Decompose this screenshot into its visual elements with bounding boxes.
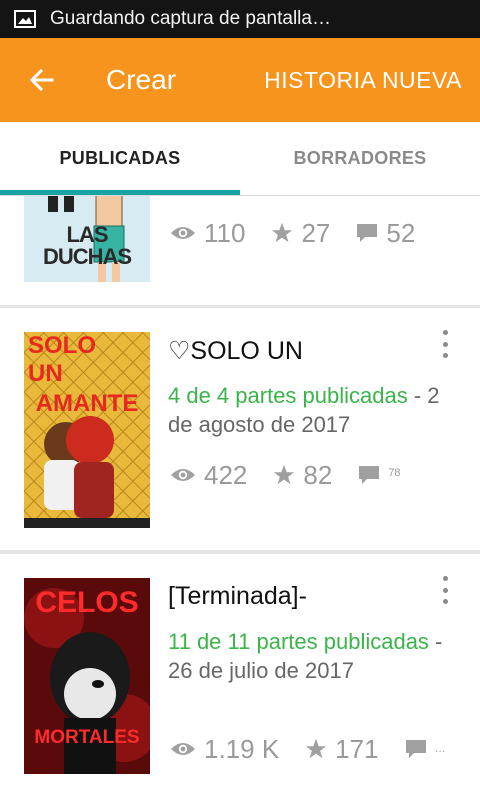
separator: - [428, 629, 443, 654]
story-card[interactable]: SOLO UN AMANTE ♡SOLO UN 4 de 4 partes pu… [0, 308, 480, 550]
tab-drafts[interactable]: BORRADORES [240, 122, 480, 194]
parts-published: 11 de 11 partes publicadas [168, 629, 429, 654]
new-story-button[interactable]: HISTORIA NUEVA [264, 38, 462, 122]
eye-icon [171, 469, 195, 481]
cover-text: MORTALES [34, 727, 140, 748]
story-cover: LAS DUCHAS [24, 196, 150, 282]
story-stats: 110 27 52 [170, 216, 441, 250]
story-card[interactable]: CELOS MORTALES [Terminada]- 11 de 11 par… [0, 554, 480, 800]
cover-text: LAS DUCHAS [42, 222, 132, 269]
tab-bar: PUBLICADAS BORRADORES [0, 122, 480, 196]
views-count: 422 [204, 459, 248, 490]
comments-stat: 78 [358, 465, 401, 485]
comment-icon [405, 740, 426, 758]
story-card[interactable]: LAS DUCHAS 110 27 52 [0, 196, 480, 305]
comment-icon [357, 224, 378, 242]
votes-count: 27 [301, 217, 331, 248]
votes-count: 171 [335, 733, 379, 764]
page-title: Crear [106, 64, 177, 95]
comments-stat: … [405, 739, 446, 759]
app-bar: Crear HISTORIA NUEVA [0, 38, 480, 122]
views-stat: 422 [170, 460, 247, 491]
comments-count: … [434, 743, 446, 755]
story-cover: CELOS MORTALES [24, 578, 150, 774]
active-tab-indicator [0, 190, 240, 195]
arrow-left-icon [29, 68, 54, 92]
cover-text: SOLO [28, 332, 97, 359]
votes-stat: 27 [271, 218, 330, 249]
votes-stat: 171 [305, 733, 379, 765]
comment-icon [359, 466, 380, 484]
back-button[interactable] [22, 60, 62, 100]
story-meta: 11 de 11 partes publicadas - 26 de julio… [168, 627, 468, 685]
cover-text: CELOS [35, 586, 139, 619]
publish-date: 26 de julio de 2017 [168, 658, 354, 683]
story-cover: SOLO UN AMANTE [24, 332, 150, 528]
separator: - [407, 383, 428, 408]
comments-stat: 52 [356, 218, 415, 249]
votes-count: 82 [303, 459, 333, 490]
views-stat: 1.19 K [170, 734, 279, 765]
more-options-button[interactable] [440, 330, 450, 358]
status-text: Guardando captura de pantalla… [50, 8, 331, 29]
story-title[interactable]: ♡SOLO UN [168, 336, 303, 366]
parts-published: 4 de 4 partes publicadas [168, 383, 408, 408]
story-title[interactable]: [Terminada]- [168, 582, 307, 611]
star-icon [272, 222, 293, 243]
image-icon [14, 10, 36, 28]
story-meta: 4 de 4 partes publicadas - 2 de agosto d… [168, 381, 468, 439]
story-stats: 1.19 K 171 … [170, 732, 472, 766]
story-list: LAS DUCHAS 110 27 52 SOLO UN AMANTE ♡SOL… [0, 196, 480, 800]
views-stat: 110 [170, 218, 245, 249]
eye-icon [171, 227, 195, 239]
views-count: 1.19 K [204, 733, 280, 764]
more-options-button[interactable] [440, 576, 450, 604]
comments-count: 52 [386, 217, 416, 248]
story-stats: 422 82 78 [170, 458, 427, 492]
views-count: 110 [204, 217, 246, 248]
star-icon [274, 464, 295, 485]
cover-text: UN [28, 360, 63, 387]
cover-text: AMANTE [35, 390, 139, 417]
status-bar: Guardando captura de pantalla… [0, 0, 480, 38]
tab-published[interactable]: PUBLICADAS [0, 122, 240, 194]
comments-count: 78 [388, 467, 401, 479]
star-icon [306, 738, 327, 759]
votes-stat: 82 [273, 460, 332, 491]
eye-icon [171, 743, 195, 755]
